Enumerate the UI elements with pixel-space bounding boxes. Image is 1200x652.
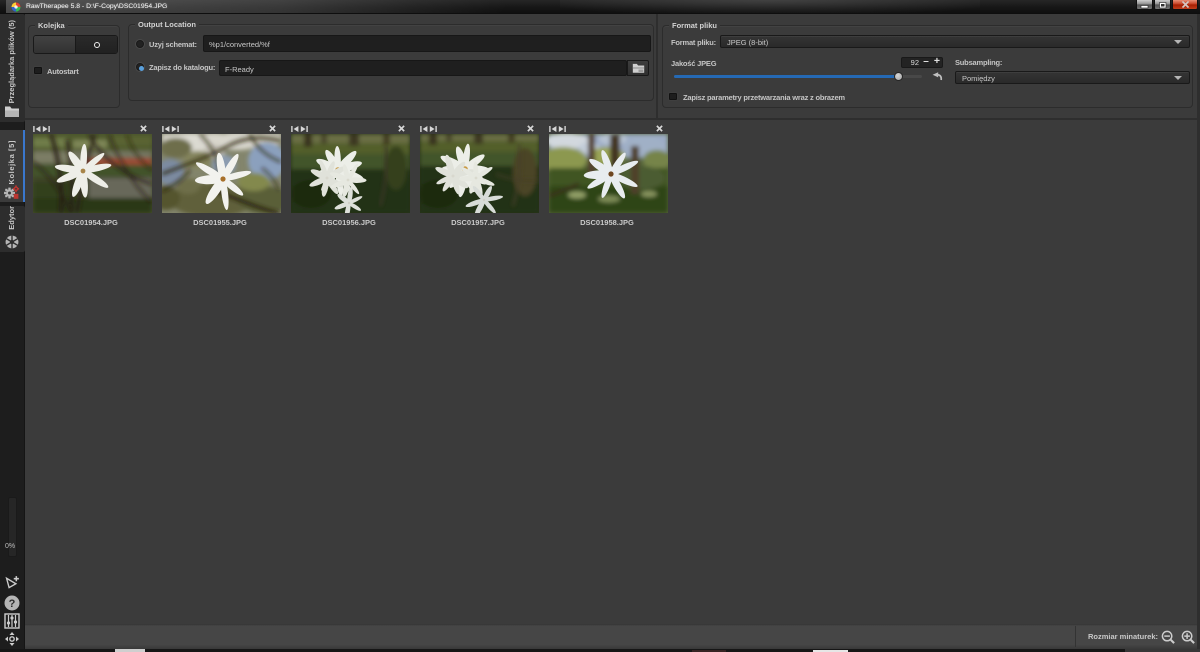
svg-text:?: ? — [9, 598, 16, 610]
